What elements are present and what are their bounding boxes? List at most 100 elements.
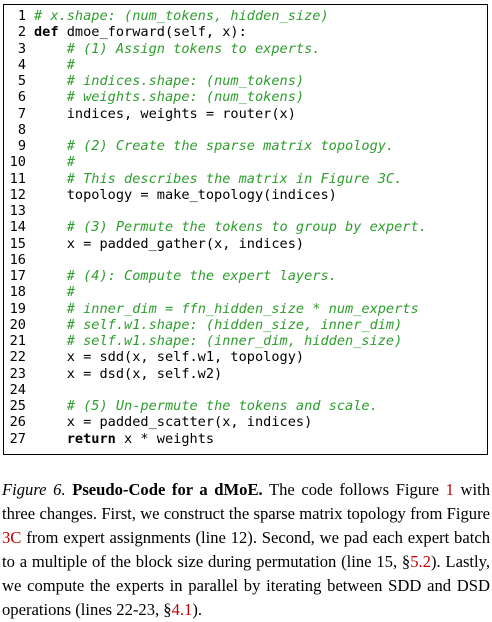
line-number: 17 — [9, 268, 26, 284]
line-number: 20 — [9, 316, 26, 333]
code-comment: # (2) Create the sparse matrix topology. — [66, 138, 395, 154]
code-token: x = padded_scatter(x, indices) — [34, 414, 313, 431]
code-comment: # weights.shape: (num_tokens) — [66, 89, 305, 106]
code-line: 24 — [4, 382, 34, 398]
code-line: 14 # (3) Permute the tokens to group by … — [4, 219, 427, 235]
code-text: # (5) Un-permute the tokens and scale. — [34, 398, 378, 414]
code-text: x = sdd(x, self.w1, topology) — [34, 349, 304, 365]
code-text: # self.w1.shape: (hidden_size, inner_dim… — [34, 316, 403, 333]
code-comment: # indices.shape: (num_tokens) — [66, 73, 305, 89]
line-number: 3 — [17, 40, 26, 57]
code-line: 23 x = dsd(x, self.w2) — [4, 365, 223, 382]
code-line: 11 # This describes the matrix in Figure… — [4, 170, 403, 187]
caption-title: Pseudo-Code for a dMoE. — [72, 480, 263, 499]
code-line: 4 # — [4, 57, 75, 73]
line-number: 10 — [9, 154, 26, 171]
code-token: x * weights — [115, 430, 215, 447]
code-line: 7 indices, weights = router(x) — [4, 106, 296, 122]
code-token: topology = make_topology(indices) — [34, 186, 337, 203]
code-token: dmoe_forward(self, x): — [58, 24, 247, 41]
section-5-2-link[interactable]: 5.2 — [410, 552, 431, 571]
code-comment: # x.shape: (num_tokens, hidden_size) — [34, 8, 329, 24]
figure-3c-link[interactable]: 3C — [2, 528, 21, 547]
code-keyword: return — [66, 430, 116, 447]
code-comment: # (3) Permute the tokens to group by exp… — [66, 219, 427, 236]
line-number: 13 — [9, 203, 26, 219]
code-line: 16 — [4, 252, 34, 268]
caption-text: ). — [192, 600, 203, 619]
code-line: 22 x = sdd(x, self.w1, topology) — [4, 349, 304, 365]
code-comment: # — [66, 154, 75, 171]
line-number: 5 — [17, 73, 26, 89]
caption-text: The code follows Figure — [262, 480, 446, 499]
code-text: # — [34, 57, 75, 73]
line-number: 12 — [9, 186, 26, 203]
line-number: 21 — [9, 333, 26, 349]
code-line: 21 # self.w1.shape: (inner_dim, hidden_s… — [4, 333, 403, 349]
code-comment: # — [66, 284, 75, 301]
code-line: 1 # x.shape: (num_tokens, hidden_size) — [4, 8, 329, 24]
line-number: 18 — [9, 284, 26, 301]
code-text: indices, weights = router(x) — [34, 106, 296, 122]
line-number: 27 — [9, 430, 26, 447]
line-number: 25 — [9, 398, 26, 414]
code-comment: # self.w1.shape: (hidden_size, inner_dim… — [66, 316, 403, 333]
code-listing: 1 # x.shape: (num_tokens, hidden_size) 2 de… — [3, 4, 488, 455]
line-number: 2 — [17, 24, 26, 41]
line-number: 14 — [9, 219, 26, 236]
code-comment: # inner_dim = ffn_hidden_size * num_expe… — [66, 300, 419, 317]
code-line: 2 def dmoe_forward(self, x): — [4, 24, 247, 40]
line-number: 1 — [17, 8, 26, 24]
code-text: # (4): Compute the expert layers. — [34, 268, 337, 284]
code-line: 12 topology = make_topology(indices) — [4, 187, 337, 203]
code-text: # self.w1.shape: (inner_dim, hidden_size… — [34, 333, 403, 349]
code-line: 3 # (1) Assign tokens to experts. — [4, 40, 321, 57]
code-line: 13 — [4, 203, 34, 219]
figure-1-link[interactable]: 1 — [446, 480, 454, 499]
code-comment: # — [66, 56, 75, 73]
code-text: # indices.shape: (num_tokens) — [34, 73, 304, 89]
code-token: x = padded_gather(x, indices) — [34, 235, 305, 252]
code-line: 15 x = padded_gather(x, indices) — [4, 236, 304, 252]
code-text: # — [34, 284, 75, 300]
code-token: x = dsd(x, self.w2) — [34, 365, 223, 382]
code-text: # inner_dim = ffn_hidden_size * num_expe… — [34, 301, 419, 317]
line-number: 26 — [9, 414, 26, 431]
code-text: # (1) Assign tokens to experts. — [34, 41, 321, 57]
section-4-1-link[interactable]: 4.1 — [172, 600, 193, 619]
line-number: 11 — [9, 170, 26, 187]
code-line: 6 # weights.shape: (num_tokens) — [4, 89, 304, 105]
line-number: 7 — [17, 105, 26, 122]
code-line: 9 # (2) Create the sparse matrix topolog… — [4, 138, 394, 154]
code-comment: # (4): Compute the expert layers. — [66, 268, 337, 284]
code-token: indices, weights = router(x) — [34, 105, 296, 122]
code-comment: # self.w1.shape: (inner_dim, hidden_size… — [66, 333, 403, 349]
line-number: 16 — [9, 251, 26, 268]
code-text: # weights.shape: (num_tokens) — [34, 89, 304, 105]
code-line: 19 # inner_dim = ffn_hidden_size * num_e… — [4, 301, 419, 317]
code-text: # — [34, 154, 75, 170]
line-number: 23 — [9, 365, 26, 382]
code-line: 5 # indices.shape: (num_tokens) — [4, 73, 304, 89]
code-text: # x.shape: (num_tokens, hidden_size) — [34, 8, 329, 24]
code-line: 27 return x * weights — [4, 431, 214, 447]
code-line: 25 # (5) Un-permute the tokens and scale… — [4, 398, 378, 414]
line-number: 4 — [17, 56, 26, 73]
code-token: x = sdd(x, self.w1, topology) — [34, 349, 305, 366]
line-number: 8 — [17, 121, 26, 138]
code-line: 17 # (4): Compute the expert layers. — [4, 268, 337, 284]
code-text: return x * weights — [34, 431, 214, 447]
code-text: def dmoe_forward(self, x): — [34, 24, 247, 40]
